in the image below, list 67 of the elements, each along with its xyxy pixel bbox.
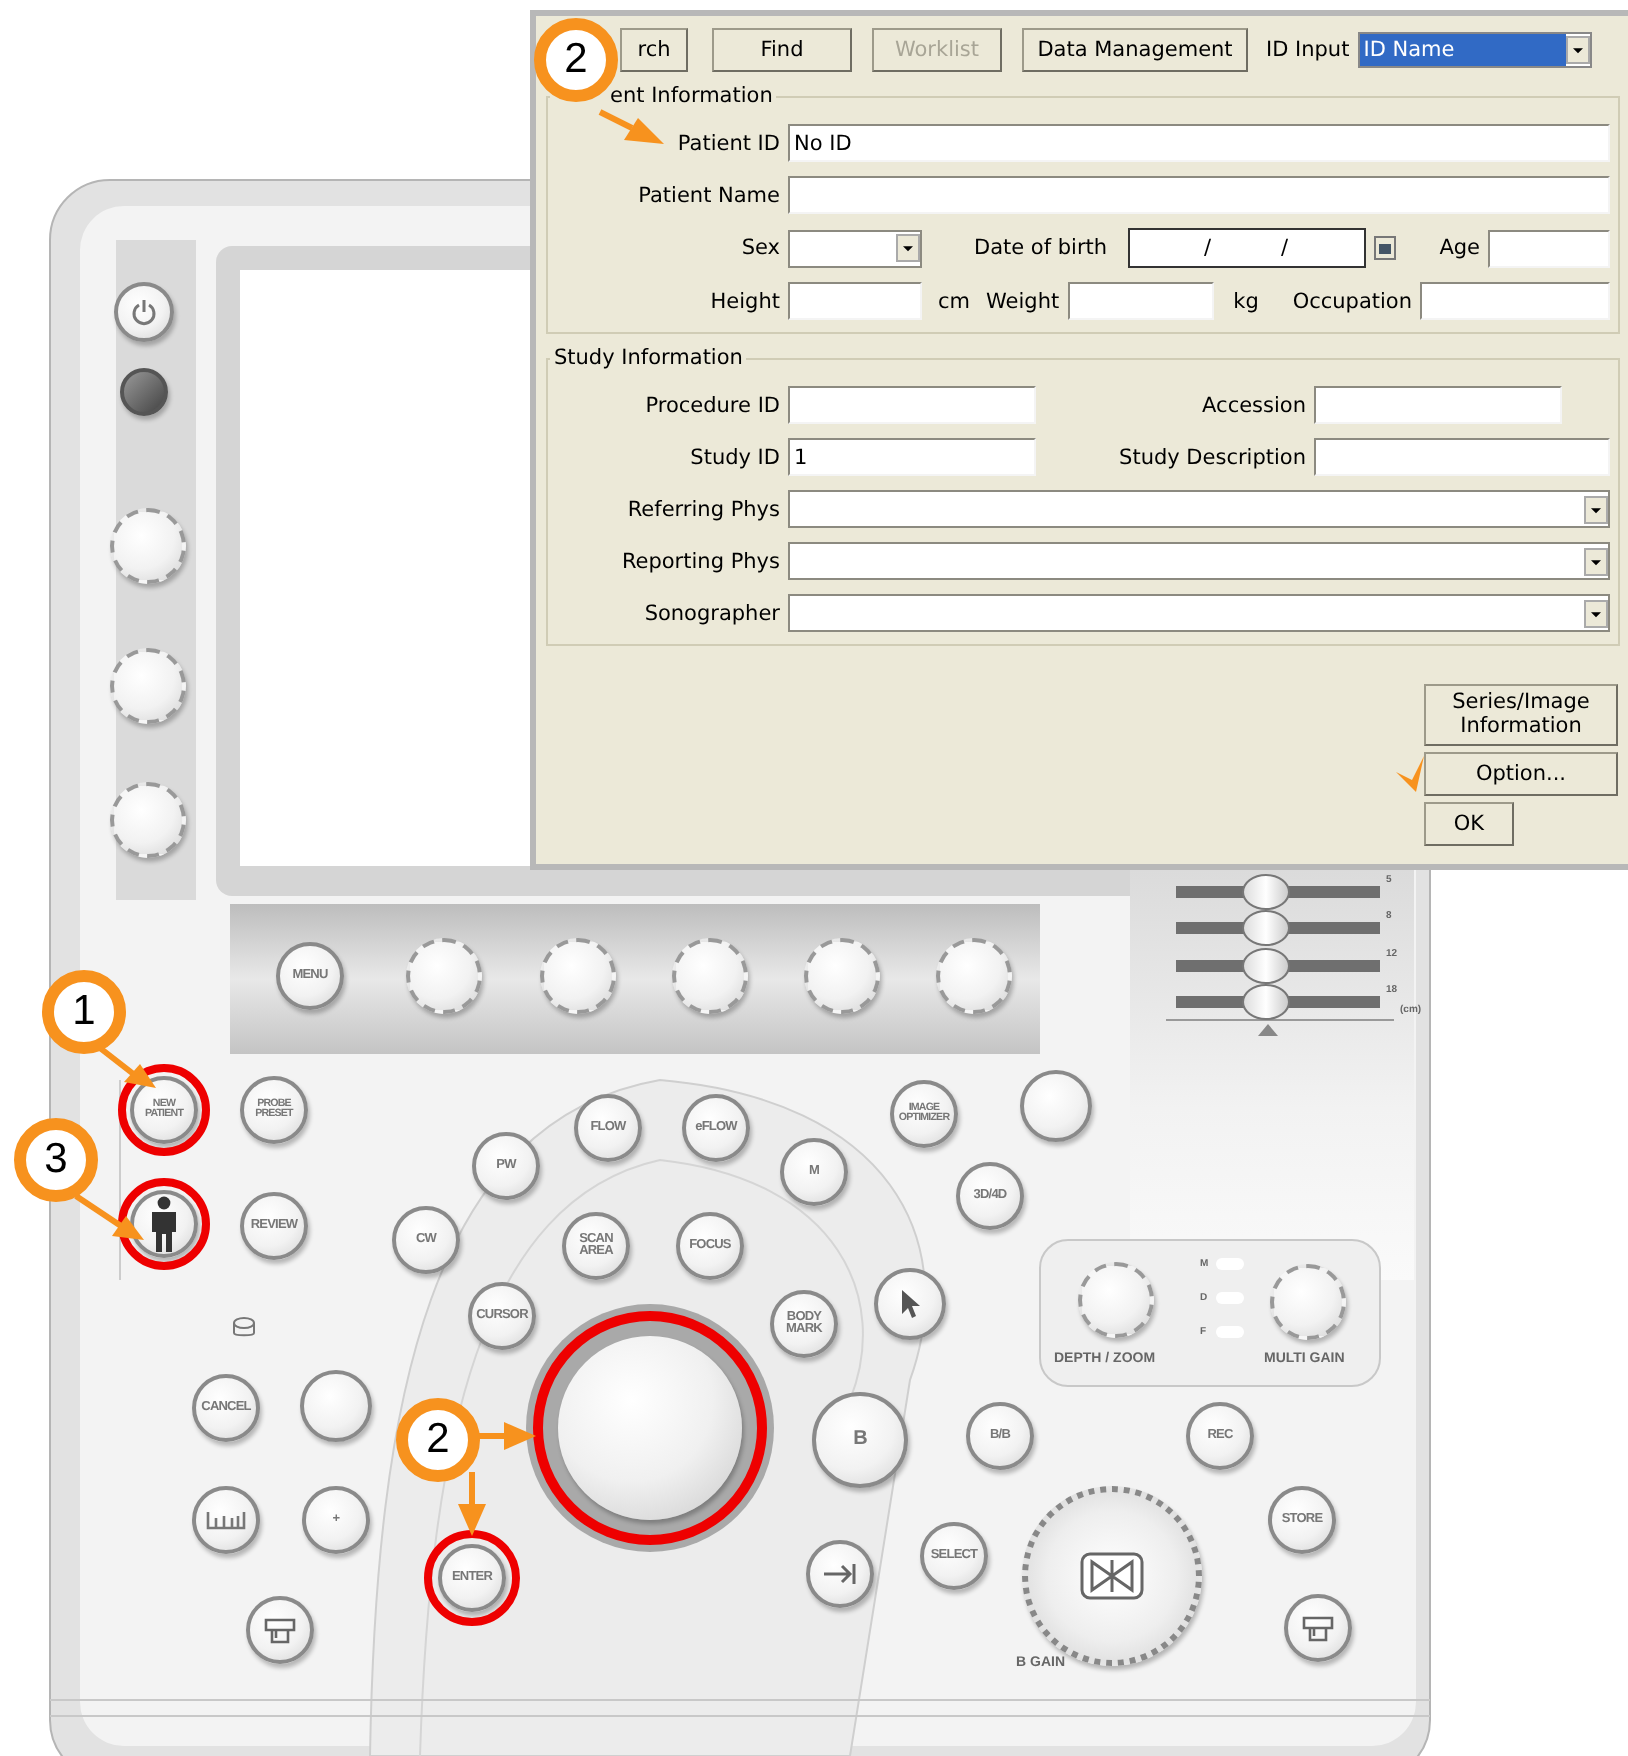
field-label: Age: [1439, 236, 1480, 260]
field-label: Patient ID: [677, 131, 780, 155]
unit-label: cm: [938, 289, 971, 313]
arrow-to-bar-icon: [822, 1562, 858, 1586]
dialog-button[interactable]: Series/Image Information: [1424, 683, 1618, 746]
text-field[interactable]: No ID: [788, 124, 1610, 162]
dialog-button[interactable]: Option...: [1424, 752, 1618, 796]
calendar-icon: [1377, 241, 1392, 255]
dropdown-field[interactable]: [788, 594, 1610, 632]
field-label: Height: [710, 289, 780, 313]
toolbar-button[interactable]: Data Management: [1022, 28, 1248, 72]
measure-icon: [206, 1510, 246, 1530]
arrow: [476, 1422, 536, 1450]
unit-label: kg: [1233, 289, 1259, 313]
slider-thumb[interactable]: [1241, 910, 1290, 946]
calendar-button[interactable]: [1373, 236, 1396, 260]
power-icon: [130, 298, 158, 326]
id-input-dropdown[interactable]: ID Name: [1357, 32, 1592, 68]
slider-thumb[interactable]: [1241, 984, 1290, 1020]
dialog-button[interactable]: OK: [1424, 802, 1514, 846]
field-label: Patient Name: [638, 183, 780, 207]
text-field[interactable]: [1420, 282, 1610, 320]
disk-icon: [232, 1316, 256, 1340]
highlight-ring: [118, 1178, 210, 1270]
bowtie-icon: [1078, 1550, 1146, 1602]
field-label: Referring Phys: [627, 497, 780, 521]
arrow: [458, 1472, 486, 1536]
dropdown-field[interactable]: [788, 490, 1610, 528]
field-label: Occupation: [1292, 289, 1412, 313]
section-title: Study Information: [552, 346, 745, 370]
printer-icon: [264, 1614, 296, 1646]
field-label: Weight: [986, 289, 1060, 313]
field-label: Date of birth: [974, 236, 1108, 260]
text-field[interactable]: [1067, 282, 1214, 320]
toolbar-button[interactable]: rch: [620, 28, 688, 72]
text-field[interactable]: [1314, 386, 1562, 424]
text-field[interactable]: [1314, 438, 1610, 476]
slider-thumb[interactable]: [1241, 948, 1290, 984]
text-field[interactable]: [1488, 229, 1610, 267]
text-field[interactable]: [788, 176, 1610, 214]
toolbar-button[interactable]: Find: [712, 28, 852, 72]
field-label: ID Input: [1266, 38, 1350, 62]
field-label: Accession: [1202, 393, 1306, 417]
person-icon: [148, 1196, 180, 1252]
highlight-ring: [118, 1064, 210, 1156]
slider-thumb[interactable]: [1241, 874, 1290, 910]
arrow: [598, 109, 664, 144]
field-label: Reporting Phys: [621, 549, 780, 573]
field-label: Sex: [741, 236, 780, 260]
date-field[interactable]: / /: [1127, 228, 1366, 268]
field-label: Sonographer: [644, 601, 780, 625]
arrow: [1396, 756, 1424, 792]
highlight-ring: [424, 1530, 520, 1626]
pointer-triangle-icon: [1258, 1024, 1278, 1036]
pointer-icon: [896, 1288, 924, 1320]
arrow: [74, 1193, 144, 1240]
dropdown-field[interactable]: [788, 542, 1610, 580]
text-field[interactable]: [788, 282, 922, 320]
printer-icon: [1302, 1612, 1334, 1644]
callout-badge: 3: [14, 1118, 98, 1202]
field-label: Procedure ID: [645, 393, 780, 417]
text-field[interactable]: 1: [788, 438, 1036, 476]
field-label: Study ID: [690, 445, 780, 469]
arrow: [98, 1045, 156, 1088]
dropdown-field[interactable]: [788, 229, 922, 267]
text-field[interactable]: [788, 386, 1036, 424]
field-label: Study Description: [1119, 445, 1306, 469]
